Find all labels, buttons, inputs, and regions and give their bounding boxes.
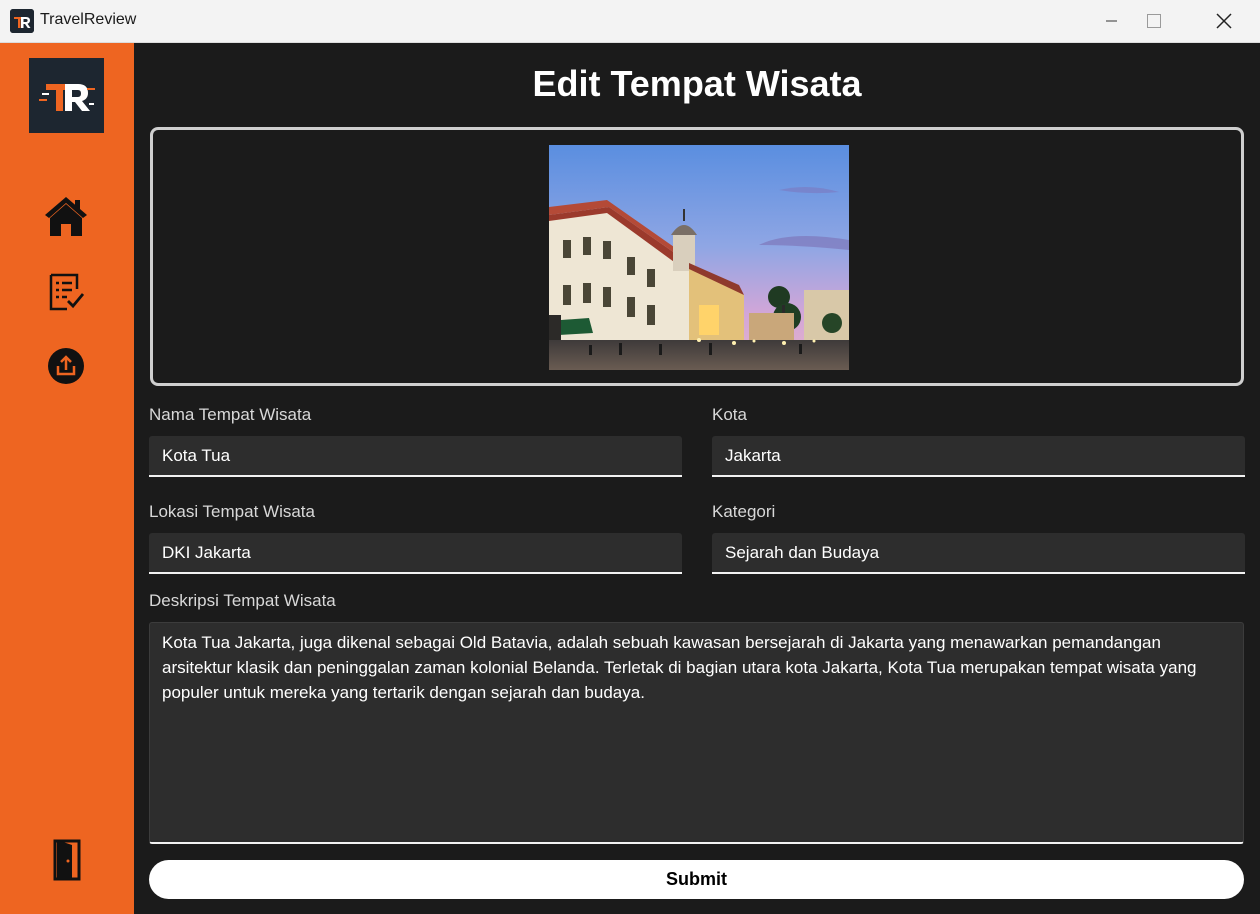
close-button[interactable] [1194,0,1254,42]
maximize-button[interactable] [1124,0,1184,42]
lokasi-input[interactable] [149,533,682,574]
upload-icon[interactable] [46,346,86,386]
checklist-icon[interactable] [45,271,87,313]
sidebar [0,43,134,914]
kategori-label: Kategori [712,502,776,521]
destination-photo [549,145,849,370]
nama-input[interactable] [149,436,682,477]
logout-door-icon[interactable] [48,837,86,883]
app-icon [10,9,34,33]
kota-input[interactable] [712,436,1245,477]
app-title: TravelReview [40,11,137,28]
kategori-input[interactable] [712,533,1245,574]
logo [29,58,104,133]
submit-button[interactable]: Submit [149,860,1244,899]
nama-label: Nama Tempat Wisata [149,405,312,424]
deskripsi-textarea[interactable]: Kota Tua Jakarta, juga dikenal sebagai O… [149,622,1244,844]
window-titlebar: TravelReview [0,0,1260,43]
page-title: Edit Tempat Wisata [532,63,862,104]
deskripsi-label: Deskripsi Tempat Wisata [149,591,336,610]
kota-label: Kota [712,405,747,424]
image-upload-area[interactable] [150,127,1244,386]
home-icon[interactable] [43,193,89,239]
main-content: Edit Tempat Wisata Nama Tempat Wisata Ko… [134,43,1260,914]
lokasi-label: Lokasi Tempat Wisata [149,502,315,521]
